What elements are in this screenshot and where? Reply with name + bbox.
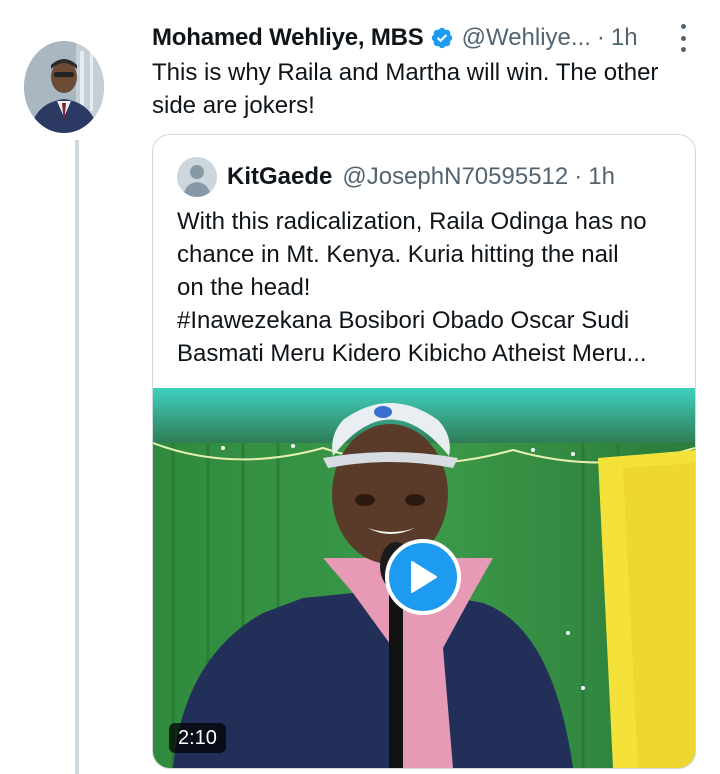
quoted-text-line: With this radicalization, Raila Odinga h… xyxy=(177,208,647,235)
tweet-header: Mohamed Wehliye, MBS @Wehliye... · 1h xyxy=(152,20,692,56)
quoted-author-name[interactable]: KitGaede xyxy=(227,163,332,191)
quoted-tweet[interactable]: KitGaede @JosephN70595512 · 1h With this… xyxy=(152,134,696,769)
default-avatar-icon[interactable] xyxy=(177,157,217,197)
quoted-text-line: chance in Mt. Kenya. Kuria hitting the n… xyxy=(177,241,619,268)
quoted-author-handle[interactable]: @JosephN70595512 xyxy=(342,163,568,191)
quoted-tweet-text: With this radicalization, Raila Odinga h… xyxy=(177,205,677,370)
author-avatar[interactable] xyxy=(24,41,104,133)
quoted-text-line: on the head! xyxy=(177,274,311,301)
video-duration-badge: 2:10 xyxy=(169,723,226,753)
quoted-text-line: #Inawezekana Bosibori Obado Oscar Sudi xyxy=(177,307,630,334)
quoted-tweet-header: KitGaede @JosephN70595512 · 1h xyxy=(177,157,615,197)
play-button[interactable] xyxy=(385,539,461,615)
video-thumbnail[interactable]: 2:10 xyxy=(153,388,695,768)
quoted-tweet-timestamp[interactable]: 1h xyxy=(588,163,615,191)
more-options-icon[interactable] xyxy=(678,24,688,52)
author-handle[interactable]: @Wehliye... xyxy=(462,24,591,52)
thread-line xyxy=(75,140,79,774)
separator-dot: · xyxy=(596,24,605,51)
tweet-text: This is why Raila and Martha will win. T… xyxy=(152,59,659,119)
separator-dot: · xyxy=(574,163,583,190)
verified-badge-icon xyxy=(431,27,452,49)
author-name[interactable]: Mohamed Wehliye, MBS xyxy=(152,24,424,52)
play-icon xyxy=(411,561,437,593)
tweet-timestamp[interactable]: 1h xyxy=(611,24,638,52)
quoted-text-line: Basmati Meru Kidero Kibicho Atheist Meru… xyxy=(177,340,647,367)
